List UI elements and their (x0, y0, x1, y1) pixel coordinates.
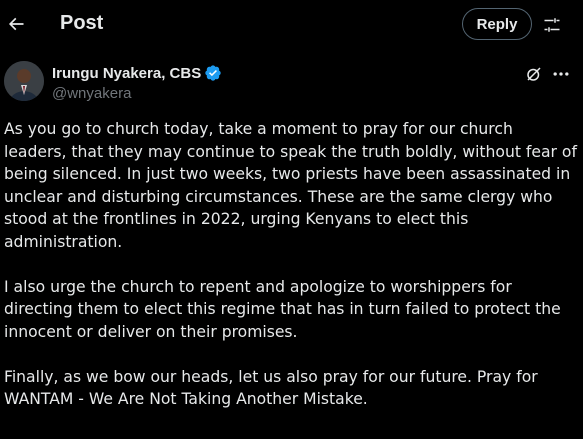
grok-icon (527, 67, 541, 81)
settings-button[interactable] (538, 12, 566, 38)
page-title: Post (60, 12, 104, 34)
author-handle[interactable]: @wnyakera (52, 85, 222, 102)
post-header: Post Reply (0, 0, 583, 50)
verified-badge-icon[interactable] (204, 64, 222, 82)
avatar[interactable] (4, 61, 44, 101)
more-options-button[interactable] (550, 64, 572, 84)
reply-button[interactable]: Reply (462, 8, 532, 40)
back-button[interactable] (0, 6, 32, 42)
post-text: As you go to church today, take a moment… (4, 118, 580, 433)
post-paragraph: I also urge the church to repent and apo… (4, 277, 561, 341)
grok-button[interactable] (524, 64, 544, 84)
sliders-icon (544, 18, 560, 32)
more-horizontal-icon (553, 72, 569, 76)
author-name[interactable]: Irungu Nyakera, CBS (52, 65, 201, 82)
avatar-photo (4, 61, 44, 101)
post-paragraph: As you go to church today, take a moment… (4, 120, 577, 251)
post-paragraph: Finally, as we bow our heads, let us als… (4, 367, 538, 409)
author-info: Irungu Nyakera, CBS @wnyakera (52, 64, 222, 102)
arrow-left-icon (8, 17, 24, 31)
author-name-row: Irungu Nyakera, CBS (52, 64, 222, 82)
